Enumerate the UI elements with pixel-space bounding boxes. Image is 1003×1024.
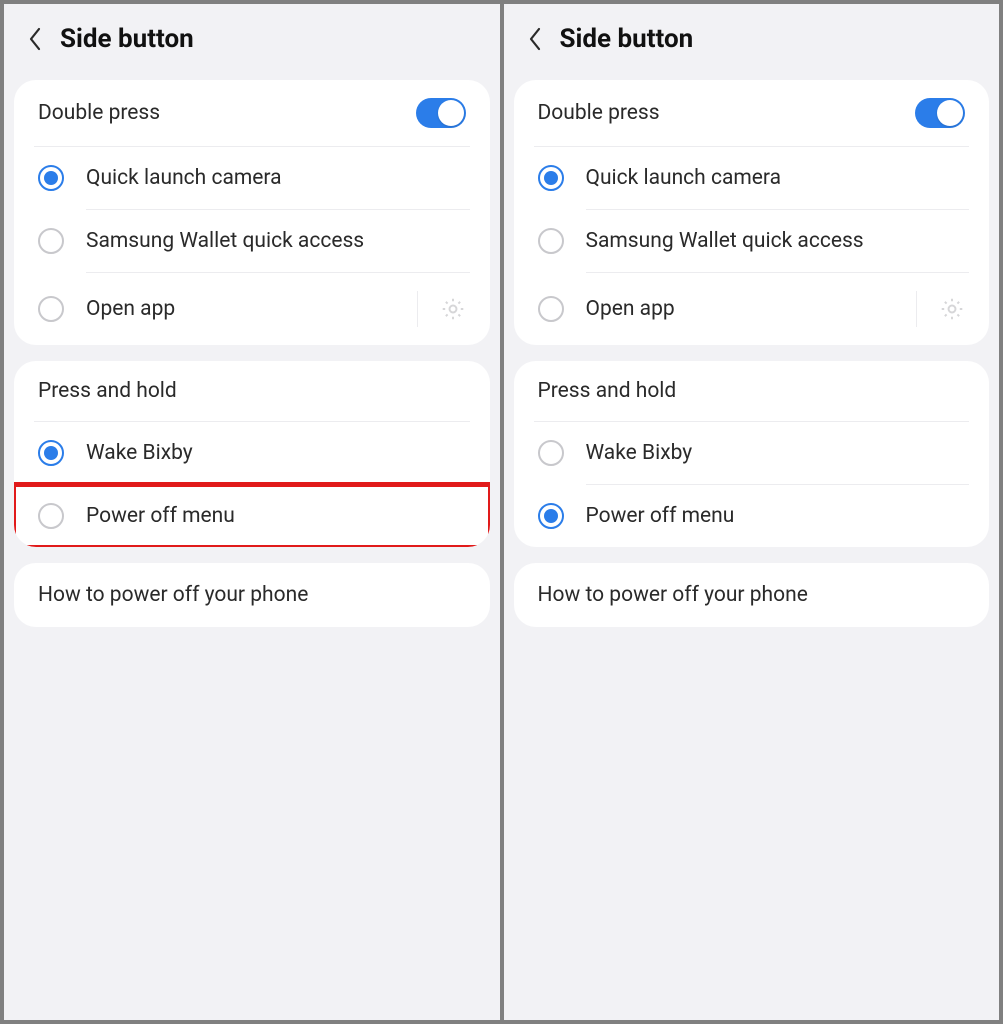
- gear-icon: [939, 296, 965, 322]
- option-open-app[interactable]: Open app: [514, 273, 990, 345]
- double-press-header: Double press: [38, 101, 160, 125]
- double-press-toggle[interactable]: [416, 98, 466, 128]
- back-icon[interactable]: [28, 27, 42, 51]
- radio-icon: [538, 440, 564, 466]
- radio-icon: [38, 440, 64, 466]
- double-press-header: Double press: [538, 101, 660, 125]
- settings-screen-left: Side button Double press Quick launch ca…: [4, 4, 500, 1020]
- how-to-power-off-link[interactable]: How to power off your phone: [14, 563, 490, 627]
- press-hold-header-row: Press and hold: [14, 361, 490, 421]
- header: Side button: [4, 4, 500, 72]
- option-samsung-wallet[interactable]: Samsung Wallet quick access: [14, 210, 490, 272]
- radio-icon: [38, 165, 64, 191]
- option-wake-bixby[interactable]: Wake Bixby: [14, 422, 490, 484]
- gear-icon: [440, 296, 466, 322]
- radio-icon: [38, 296, 64, 322]
- settings-screen-right: Side button Double press Quick launch ca…: [504, 4, 1000, 1020]
- option-label: Open app: [86, 297, 395, 321]
- option-label: Samsung Wallet quick access: [586, 229, 966, 253]
- option-quick-launch-camera[interactable]: Quick launch camera: [14, 147, 490, 209]
- double-press-card: Double press Quick launch camera Samsung…: [514, 80, 990, 345]
- link-label: How to power off your phone: [538, 583, 808, 607]
- double-press-header-row: Double press: [14, 80, 490, 146]
- press-hold-header: Press and hold: [538, 379, 677, 403]
- page-title: Side button: [560, 24, 694, 54]
- radio-icon: [538, 296, 564, 322]
- radio-icon: [38, 503, 64, 529]
- option-power-off-menu[interactable]: Power off menu: [14, 485, 490, 547]
- press-hold-card: Press and hold Wake Bixby Power off menu: [514, 361, 990, 547]
- radio-icon: [538, 228, 564, 254]
- option-power-off-menu[interactable]: Power off menu: [514, 485, 990, 547]
- option-label: Quick launch camera: [586, 166, 966, 190]
- option-label: Wake Bixby: [586, 441, 966, 465]
- option-label: Open app: [586, 297, 895, 321]
- option-label: Samsung Wallet quick access: [86, 229, 466, 253]
- press-hold-header-row: Press and hold: [514, 361, 990, 421]
- option-label: Wake Bixby: [86, 441, 466, 465]
- option-open-app[interactable]: Open app: [14, 273, 490, 345]
- open-app-settings-button[interactable]: [417, 291, 466, 327]
- double-press-toggle[interactable]: [915, 98, 965, 128]
- option-label: Power off menu: [86, 504, 466, 528]
- press-hold-header: Press and hold: [38, 379, 177, 403]
- double-press-header-row: Double press: [514, 80, 990, 146]
- press-hold-card: Press and hold Wake Bixby Power off menu: [14, 361, 490, 547]
- option-samsung-wallet[interactable]: Samsung Wallet quick access: [514, 210, 990, 272]
- link-label: How to power off your phone: [38, 583, 308, 607]
- open-app-settings-button[interactable]: [916, 291, 965, 327]
- option-label: Power off menu: [586, 504, 966, 528]
- option-label: Quick launch camera: [86, 166, 466, 190]
- option-quick-launch-camera[interactable]: Quick launch camera: [514, 147, 990, 209]
- back-icon[interactable]: [528, 27, 542, 51]
- option-wake-bixby[interactable]: Wake Bixby: [514, 422, 990, 484]
- radio-icon: [38, 228, 64, 254]
- double-press-card: Double press Quick launch camera Samsung…: [14, 80, 490, 345]
- page-title: Side button: [60, 24, 194, 54]
- radio-icon: [538, 503, 564, 529]
- header: Side button: [504, 4, 1000, 72]
- how-to-power-off-link[interactable]: How to power off your phone: [514, 563, 990, 627]
- radio-icon: [538, 165, 564, 191]
